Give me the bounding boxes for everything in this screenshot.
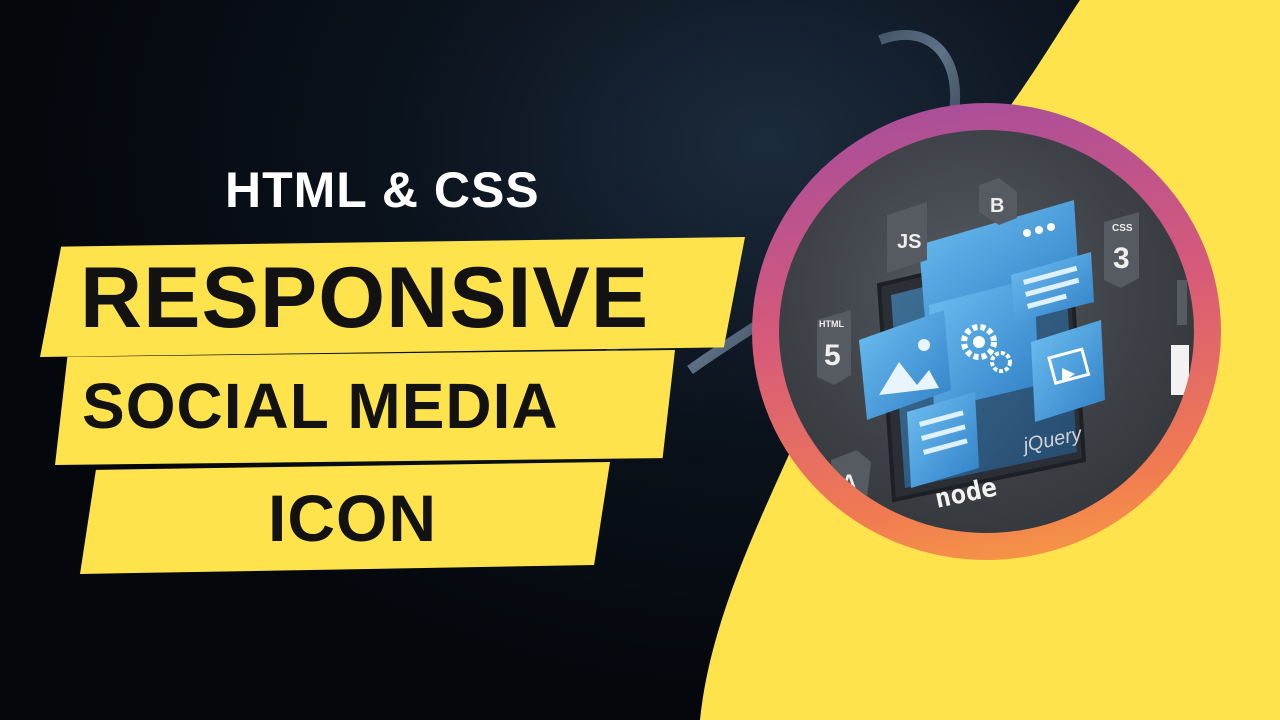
banner-line-2: SOCIAL MEDIA bbox=[82, 370, 559, 442]
html5-badge-number: 5 bbox=[824, 339, 841, 372]
css-badge-number: 3 bbox=[1113, 242, 1130, 275]
html5-badge-label: HTML bbox=[819, 319, 844, 329]
css-badge-label: CSS bbox=[1112, 223, 1133, 234]
web-tech-illustration: JS B CSS 3 HTML 5 A node jQuery bbox=[817, 178, 1189, 515]
css-badge: CSS 3 bbox=[1104, 212, 1139, 288]
heading-html-css: HTML & CSS bbox=[225, 162, 540, 218]
banner-line-3: ICON bbox=[268, 481, 437, 555]
angular-badge: A bbox=[831, 450, 871, 508]
right-edge-shape-1 bbox=[1177, 280, 1187, 325]
right-edge-shape-2 bbox=[1171, 345, 1189, 395]
angular-badge-text: A bbox=[841, 470, 857, 495]
banner-line-1: RESPONSIVE bbox=[80, 250, 650, 346]
thumbnail-canvas: HTML & CSS RESPONSIVE SOCIAL MEDIA ICON bbox=[0, 0, 1280, 720]
bootstrap-badge: B bbox=[979, 178, 1017, 225]
html5-badge: HTML 5 bbox=[817, 310, 851, 385]
bootstrap-badge-text: B bbox=[990, 195, 1004, 217]
js-badge-text: JS bbox=[897, 231, 921, 253]
